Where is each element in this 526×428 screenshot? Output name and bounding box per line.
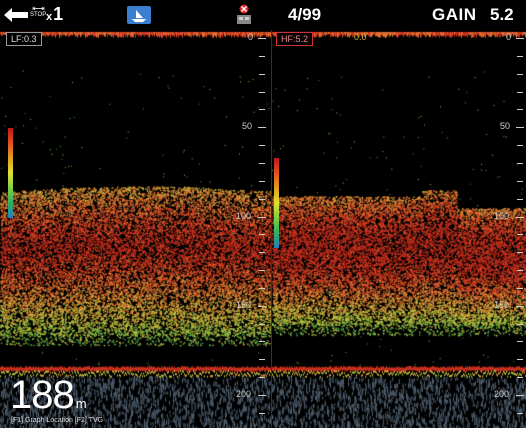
scale-label: 150 <box>236 299 252 310</box>
gain-label: GAIN <box>432 5 477 24</box>
scale-tick <box>517 234 523 236</box>
scale-tick <box>259 341 265 343</box>
gain-value[interactable]: 5.2 <box>490 5 514 25</box>
lf-echogram-panel[interactable]: LF:0.3 0 50 100 150 200 188 m <box>0 30 271 428</box>
scale-label: 100 <box>236 210 252 221</box>
scale-tick <box>516 127 524 129</box>
scale-tick <box>517 287 523 289</box>
scale-tick <box>258 38 266 39</box>
scale-tick <box>259 377 265 379</box>
scale-tick <box>517 323 523 325</box>
scale-tick <box>258 305 266 307</box>
scale-tick <box>259 109 265 111</box>
scale-label: 100 <box>494 210 510 221</box>
scale-tick <box>517 91 523 93</box>
scale-tick <box>259 73 265 75</box>
scale-label: 0 <box>248 32 254 42</box>
scale-tick <box>517 55 523 57</box>
color-scale-bar <box>8 128 13 218</box>
scale-label: 200 <box>236 389 252 399</box>
scale-tick <box>258 216 266 218</box>
scale-tick <box>517 412 523 414</box>
scale-tick <box>517 198 523 200</box>
multiplier-prefix: x <box>46 11 53 23</box>
function-key-help: [F1] Graph Location [F2] TVG <box>11 417 104 424</box>
scale-tick <box>517 145 523 147</box>
speed-multiplier[interactable]: x1 <box>46 4 63 25</box>
scale-tick <box>259 287 265 289</box>
scale-tick <box>259 55 265 57</box>
scale-tick <box>259 359 265 361</box>
scale-label: 50 <box>500 121 511 132</box>
color-scale-bar <box>274 158 279 248</box>
lf-echogram <box>0 30 271 428</box>
scale-label: 0 <box>506 32 512 42</box>
scale-tick <box>516 38 524 39</box>
back-arrow-icon[interactable] <box>4 8 28 22</box>
depth-value: 188 <box>10 373 75 417</box>
scale-tick <box>517 341 523 343</box>
scale-tick <box>259 270 265 272</box>
scale-tick <box>517 270 523 272</box>
scale-tick <box>517 162 523 164</box>
status-bar: ⇤⇥ STOP x1 4/99 GAIN 5.2 <box>0 0 526 30</box>
scale-tick <box>517 180 523 182</box>
scale-tick <box>259 323 265 325</box>
scale-tick <box>259 234 265 236</box>
lf-frequency-label[interactable]: LF:0.3 <box>6 32 42 46</box>
scale-tick <box>259 91 265 93</box>
hf-echogram-panel[interactable]: HF:5.2 0.0 0 50 100 150 200 <box>272 30 526 428</box>
scale-tick <box>259 252 265 254</box>
scale-tick <box>517 377 523 379</box>
stop-label: STOP <box>30 12 47 18</box>
ship-icon[interactable] <box>127 6 151 24</box>
scale-tick <box>517 109 523 111</box>
scale-tick <box>517 359 523 361</box>
scale-tick <box>259 145 265 147</box>
depth-readout: 188 m <box>10 373 87 418</box>
scale-tick <box>516 395 524 396</box>
hf-echogram <box>272 30 526 428</box>
depth-unit: m <box>75 396 87 411</box>
scale-tick <box>516 216 524 218</box>
hf-frequency-label[interactable]: HF:5.2 <box>276 32 314 46</box>
alarm-icon[interactable] <box>233 4 255 26</box>
scale-tick <box>259 162 265 164</box>
multiplier-value: 1 <box>53 4 64 24</box>
scale-label: 150 <box>494 299 510 310</box>
scale-tick <box>259 198 265 200</box>
scale-tick <box>517 73 523 75</box>
stop-icon[interactable]: ⇤⇥ STOP <box>30 5 46 21</box>
page-counter: 4/99 <box>288 5 322 24</box>
cursor-value: 0.0 <box>354 32 367 42</box>
scale-tick <box>259 180 265 182</box>
scale-tick <box>259 412 265 414</box>
scale-tick <box>258 127 266 129</box>
scale-tick <box>258 395 266 396</box>
scale-label: 200 <box>494 389 510 399</box>
scale-tick <box>517 252 523 254</box>
scale-tick <box>516 305 524 307</box>
scale-label: 50 <box>242 121 253 132</box>
